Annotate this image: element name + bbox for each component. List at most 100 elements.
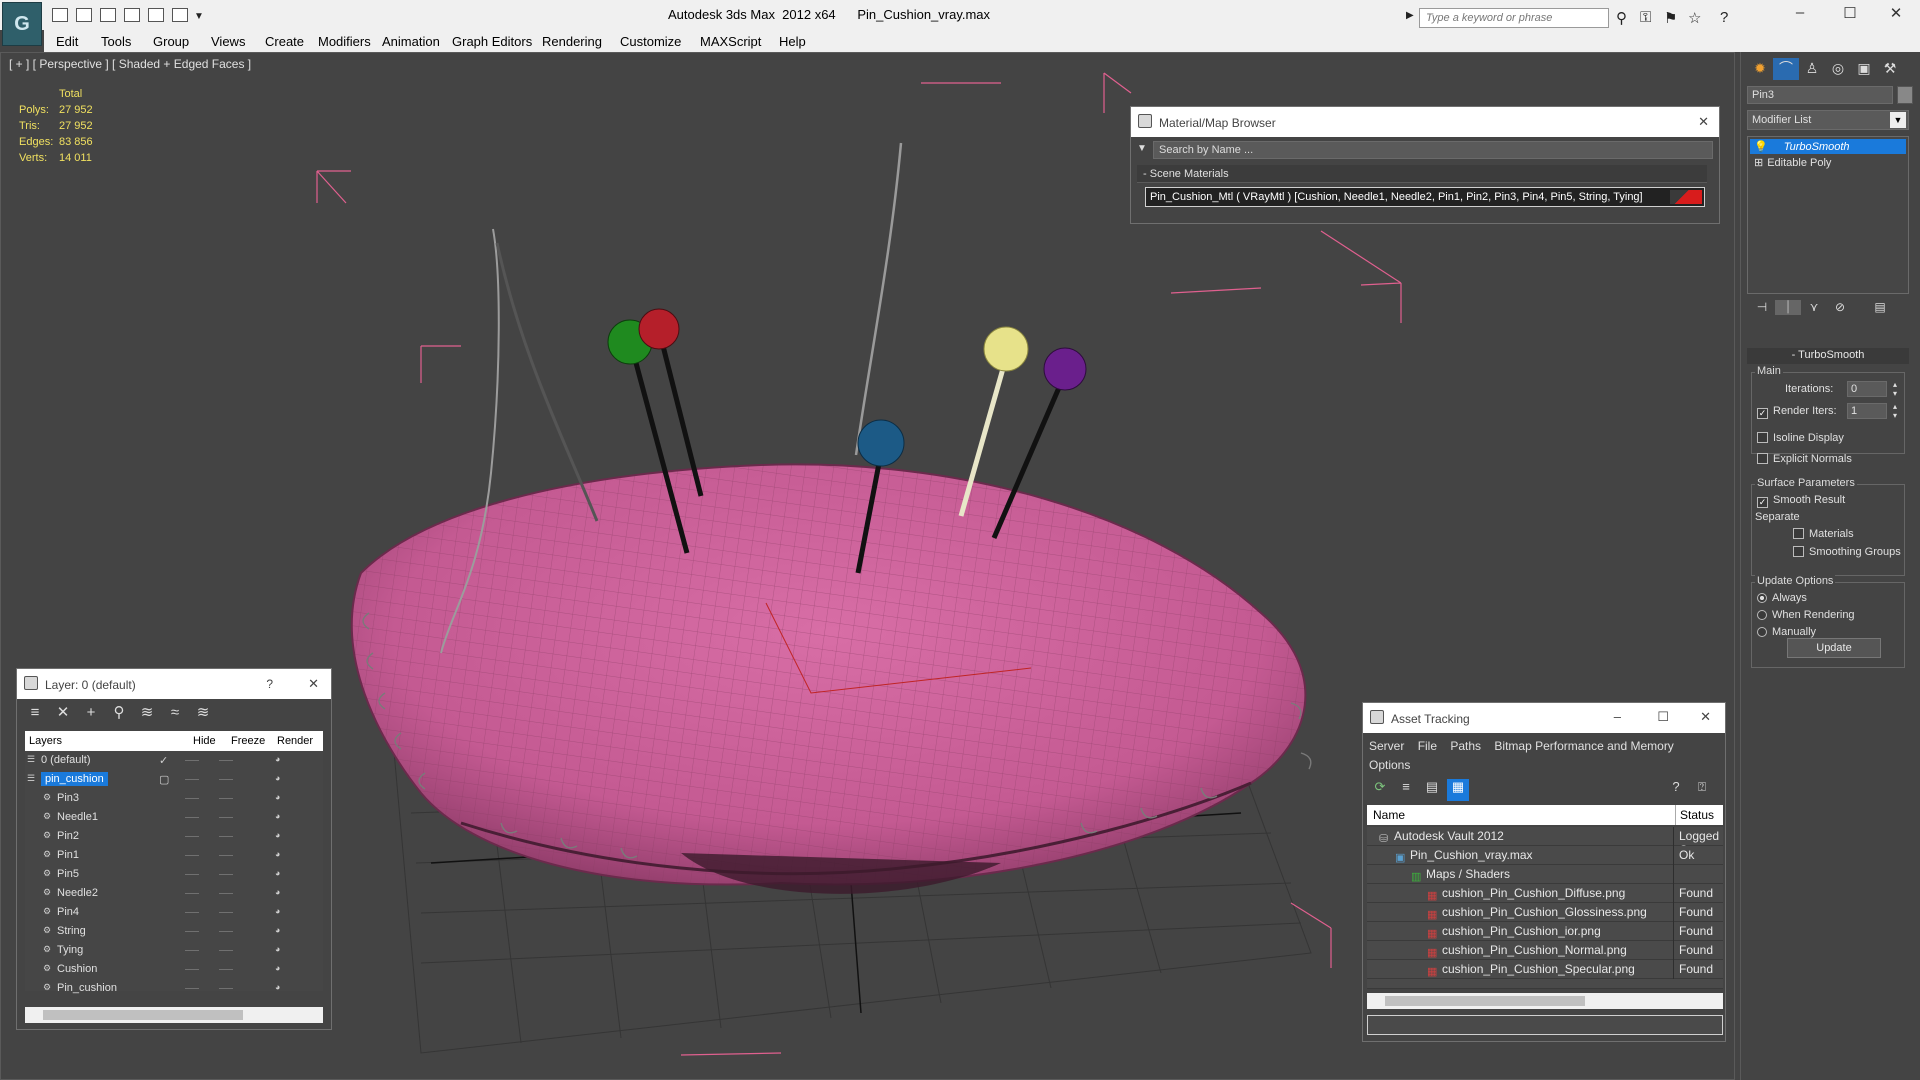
menu-edit[interactable]: Edit	[56, 34, 78, 49]
hide-toggle[interactable]: ——	[185, 909, 199, 916]
make-unique-icon[interactable]: ⋎	[1801, 300, 1827, 314]
options-dropdown-icon[interactable]: ▼	[1137, 143, 1147, 154]
hide-toggle[interactable]: ——	[185, 928, 199, 935]
menu-help[interactable]: Help	[779, 34, 806, 49]
freeze-toggle[interactable]: ——	[219, 833, 233, 840]
smooth-result-checkbox[interactable]: ✓ Smooth Result	[1757, 494, 1845, 508]
hide-toggle[interactable]: ——	[185, 871, 199, 878]
asset-menu-paths[interactable]: Paths	[1450, 739, 1481, 753]
asset-context-help-icon[interactable]: ⍰	[1691, 779, 1713, 801]
list-view-icon[interactable]: ≡	[1395, 779, 1417, 801]
asset-row[interactable]: ⛁Autodesk Vault 2012Logged O	[1367, 827, 1723, 857]
render-teapot-icon[interactable]: ◕	[275, 754, 280, 764]
show-end-result-icon[interactable]: ⏐	[1775, 300, 1801, 315]
freeze-all-icon[interactable]: ≋	[191, 703, 215, 721]
menu-views[interactable]: Views	[211, 34, 245, 49]
asset-row[interactable]: ▦ cushion_Pin_Cushion_Normal.png Found	[1367, 941, 1723, 960]
help-icon[interactable]: ?	[1720, 9, 1728, 26]
current-layer-check-icon[interactable]: ✓	[159, 754, 168, 767]
col-layers[interactable]: Layers	[29, 735, 62, 747]
freeze-toggle[interactable]: ——	[219, 795, 233, 802]
stack-item-turbosmooth[interactable]: 💡 TurboSmooth	[1750, 139, 1906, 154]
new-layer-icon[interactable]: ≡	[23, 704, 47, 721]
app-menu-button[interactable]: G	[2, 2, 42, 46]
freeze-toggle[interactable]: ——	[219, 814, 233, 821]
render-teapot-icon[interactable]: ◕	[275, 792, 280, 802]
minimize-button[interactable]: –	[1780, 4, 1820, 26]
freeze-toggle[interactable]: ——	[219, 947, 233, 954]
keyword-search-input[interactable]: Type a keyword or phrase	[1419, 8, 1609, 28]
freeze-toggle[interactable]: ——	[219, 985, 233, 992]
material-item-pin-cushion[interactable]: Pin_Cushion_Mtl ( VRayMtl ) [Cushion, Ne…	[1145, 187, 1705, 207]
layer-object-row[interactable]: ⚙ Needle1 —— —— ◕	[25, 808, 323, 827]
render-teapot-icon[interactable]: ◕	[275, 830, 280, 840]
col-name[interactable]: Name	[1373, 808, 1405, 822]
freeze-toggle[interactable]: ——	[219, 909, 233, 916]
viewport-label[interactable]: [ + ] [ Perspective ] [ Shaded + Edged F…	[9, 57, 251, 71]
layer-object-row[interactable]: ⚙ Pin3 —— —— ◕	[25, 789, 323, 808]
col-hide[interactable]: Hide	[193, 735, 216, 747]
turbosmooth-rollout-header[interactable]: - TurboSmooth	[1747, 348, 1909, 364]
layer-object-row[interactable]: ⚙ String —— —— ◕	[25, 922, 323, 941]
asset-row[interactable]: ▦ cushion_Pin_Cushion_Specular.png Found	[1367, 960, 1723, 979]
asset-menu-bitmap-performance[interactable]: Bitmap Performance and Memory	[1494, 739, 1673, 753]
hide-toggle[interactable]: ——	[185, 795, 199, 802]
hide-toggle[interactable]: ——	[185, 890, 199, 897]
lightbulb-icon[interactable]: 💡	[1754, 141, 1768, 153]
close-button[interactable]: ✕	[1876, 4, 1916, 26]
iterations-spinner[interactable]: 0	[1847, 381, 1887, 397]
hide-toggle[interactable]: ——	[185, 833, 199, 840]
render-iters-spinner[interactable]: 1	[1847, 403, 1887, 419]
object-color-swatch[interactable]	[1897, 86, 1913, 104]
freeze-toggle[interactable]: ——	[219, 757, 233, 764]
asset-row[interactable]: ▦ cushion_Pin_Cushion_Diffuse.png Found	[1367, 884, 1723, 903]
menu-group[interactable]: Group	[153, 34, 189, 49]
save-icon[interactable]	[76, 8, 92, 22]
layer-row[interactable]: ☰ 0 (default) ✓ —— —— ◕	[25, 751, 323, 770]
asset-help-icon[interactable]: ?	[1665, 779, 1687, 801]
hide-toggle[interactable]: ——	[185, 814, 199, 821]
manually-radio[interactable]: Manually	[1757, 626, 1816, 638]
select-objects-icon[interactable]: ⚲	[107, 703, 131, 721]
layer-object-row[interactable]: ⚙ Cushion —— —— ◕	[25, 960, 323, 979]
layer-horizontal-scrollbar[interactable]	[25, 1007, 323, 1023]
render-teapot-icon[interactable]: ◕	[275, 944, 280, 954]
render-teapot-icon[interactable]: ◕	[275, 925, 280, 935]
freeze-toggle[interactable]: ——	[219, 852, 233, 859]
menu-tools[interactable]: Tools	[101, 34, 131, 49]
asset-row[interactable]: ▦ cushion_Pin_Cushion_ior.png Found	[1367, 922, 1723, 941]
dropdown-icon[interactable]: ▼	[194, 11, 204, 22]
hide-toggle[interactable]: ——	[185, 776, 199, 783]
hide-toggle[interactable]: ——	[185, 852, 199, 859]
expand-icon[interactable]: ▶	[1406, 10, 1414, 21]
freeze-toggle[interactable]: ——	[219, 928, 233, 935]
binoculars-icon[interactable]: ⚲	[1616, 9, 1627, 27]
render-iters-checkbox[interactable]: ✓ Render Iters:	[1757, 405, 1837, 419]
layer-row[interactable]: ☰ pin_cushion ▢ —— —— ◕	[25, 770, 323, 789]
render-teapot-icon[interactable]: ◕	[275, 982, 280, 992]
pin-stack-icon[interactable]: ⊣	[1749, 300, 1775, 314]
asset-row[interactable]: ▥ Maps / Shaders	[1367, 865, 1723, 884]
layer-help-button[interactable]: ?	[266, 677, 273, 691]
render-teapot-icon[interactable]: ◕	[275, 906, 280, 916]
isoline-display-checkbox[interactable]: Isoline Display	[1757, 432, 1844, 444]
material-browser-close-button[interactable]: ✕	[1698, 114, 1709, 130]
freeze-toggle[interactable]: ——	[219, 871, 233, 878]
always-radio[interactable]: Always	[1757, 592, 1807, 604]
highlight-layer-icon[interactable]: ≋	[135, 703, 159, 721]
menu-graph-editors[interactable]: Graph Editors	[452, 34, 532, 49]
hierarchy-tab-icon[interactable]: ♙	[1799, 60, 1825, 82]
menu-animation[interactable]: Animation	[382, 34, 440, 49]
subscription-icon[interactable]: ⚿	[1640, 9, 1651, 26]
hide-all-icon[interactable]: ≈	[163, 704, 187, 721]
smoothing-groups-checkbox[interactable]: Smoothing Groups	[1793, 546, 1901, 558]
modifier-list-dropdown[interactable]: Modifier List ▼	[1747, 110, 1909, 130]
menu-customize[interactable]: Customize	[620, 34, 681, 49]
freeze-toggle[interactable]: ——	[219, 890, 233, 897]
create-tab-icon[interactable]: ✹	[1747, 60, 1773, 82]
set-current-icon[interactable]: ▢	[159, 773, 169, 786]
freeze-toggle[interactable]: ——	[219, 966, 233, 973]
asset-tracking-titlebar[interactable]: Asset Tracking – ☐ ✕	[1363, 703, 1725, 733]
table-view-icon[interactable]: ▤	[1421, 779, 1443, 801]
asset-horizontal-scrollbar[interactable]	[1367, 993, 1723, 1009]
